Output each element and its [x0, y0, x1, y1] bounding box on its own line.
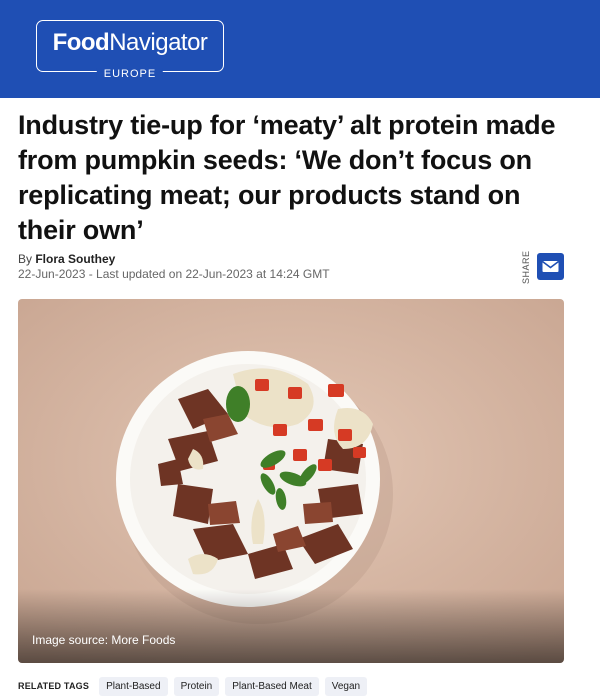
share-email-button[interactable] — [537, 253, 564, 280]
author-link[interactable]: Flora Southey — [35, 252, 115, 266]
foodnavigator-logo[interactable]: FoodNavigator EUROPE — [36, 20, 224, 80]
food-photo — [18, 299, 564, 663]
logo-region: EUROPE — [96, 68, 164, 80]
envelope-icon — [542, 260, 559, 272]
logo-word-navigator: Navigator — [109, 29, 208, 56]
publish-date: 22-Jun-2023 - Last updated on 22-Jun-202… — [18, 267, 330, 281]
image-caption: Image source: More Foods — [32, 633, 176, 647]
tag-vegan[interactable]: Vegan — [324, 676, 368, 696]
byline-prefix: By — [18, 252, 36, 266]
site-header: FoodNavigator EUROPE — [0, 0, 600, 98]
related-tags: RELATED TAGS Plant-Based Protein Plant-B… — [18, 676, 373, 696]
byline: By Flora Southey — [18, 252, 115, 266]
tag-plant-based[interactable]: Plant-Based — [99, 676, 168, 696]
tag-protein[interactable]: Protein — [173, 676, 220, 696]
related-tags-label: RELATED TAGS — [18, 681, 90, 691]
article-image: Image source: More Foods — [18, 299, 564, 663]
tag-plant-based-meat[interactable]: Plant-Based Meat — [225, 676, 319, 696]
logo-wordmark: FoodNavigator — [37, 29, 223, 57]
logo-word-food: Food — [52, 29, 110, 56]
article-headline: Industry tie-up for ‘meaty’ alt protein … — [18, 110, 556, 245]
